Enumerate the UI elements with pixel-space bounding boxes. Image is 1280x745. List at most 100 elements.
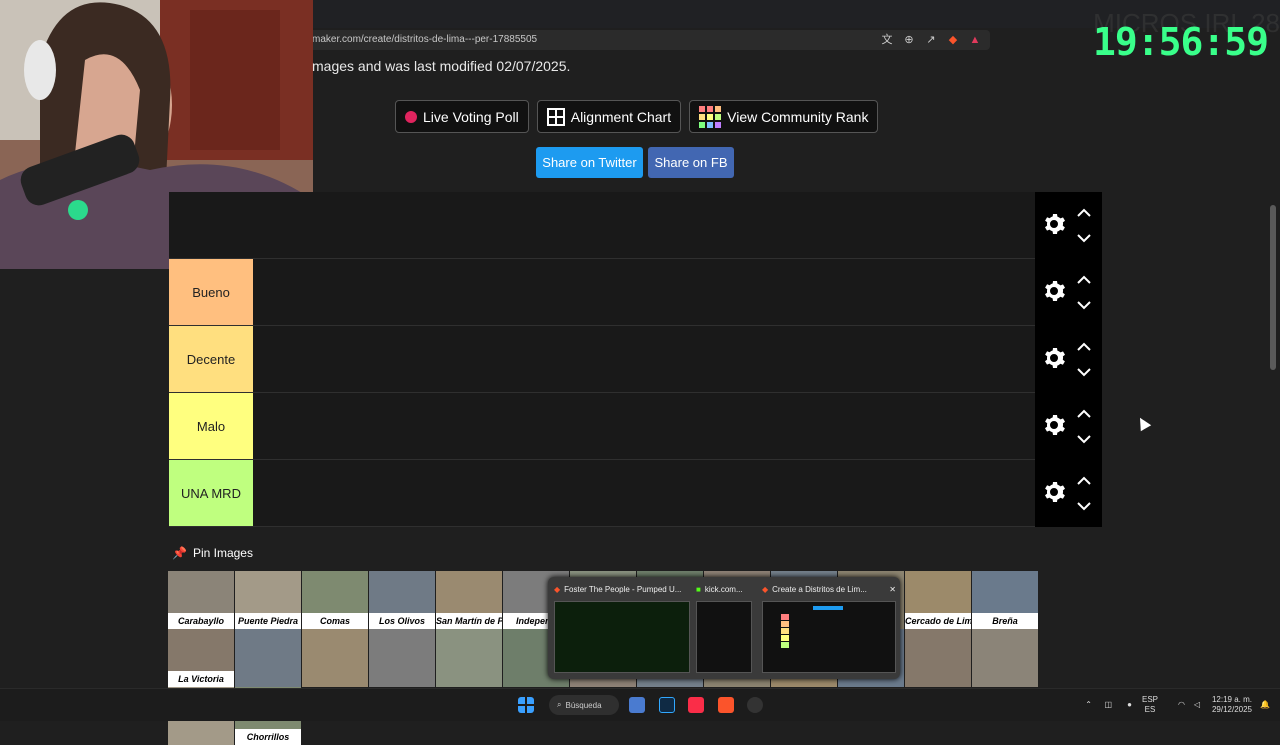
tier-label[interactable]: Decente [169,326,253,392]
tier-controls [1035,460,1102,527]
draggable-image[interactable] [972,629,1038,687]
gear-icon[interactable] [1042,413,1066,437]
chevron-up-icon[interactable] [1077,275,1091,285]
volume-icon[interactable]: ◁ [1194,700,1200,709]
mic-icon[interactable]: ● [1127,700,1132,709]
photoshop-icon[interactable] [659,697,675,713]
alignment-chart-button[interactable]: Alignment Chart [536,100,682,133]
tier-controls [1035,393,1102,460]
draggable-image[interactable]: San Martín de Porres [436,571,502,629]
chevron-up-icon[interactable] [1077,476,1091,486]
draggable-image[interactable] [235,629,301,687]
image-caption: Cercado de Lima [905,613,971,629]
address-bar[interactable]: maker.com/create/distritos-de-lima---per… [300,30,990,50]
language-label[interactable]: ESP [1142,695,1158,704]
share-fb-label: Share on FB [654,155,728,170]
grid-icon [546,107,565,126]
brave-icon: ◆ [554,585,561,594]
url-text[interactable]: maker.com/create/distritos-de-lima---per… [312,34,537,45]
page-scrollbar[interactable] [1264,50,1280,690]
draggable-image[interactable] [369,629,435,687]
preview-thumbnail [762,601,896,673]
share-twitter-button[interactable]: Share on Twitter [536,147,643,178]
share-icon[interactable]: ↗ [924,32,938,48]
draggable-image[interactable]: Carabayllo [168,571,234,629]
chevron-up-icon[interactable]: ⌃ [1085,700,1092,709]
tier-label[interactable]: UNA MRD [169,460,253,526]
chevron-up-icon[interactable] [1077,342,1091,352]
gear-icon[interactable] [1042,480,1066,504]
tier-row: Bueno [169,259,1102,326]
chevron-down-icon[interactable] [1077,233,1091,243]
image-caption: Comas [302,613,368,629]
preview-tab-title: Foster The People - Pumped U... [564,585,682,594]
translate-icon[interactable]: 文 [880,32,894,48]
share-fb-button[interactable]: Share on FB [648,147,734,178]
windows-taskbar: ⌕ Búsqueda ⌃ ◫ ● ESP ES ◠ ◁ 12:19 a. m. … [0,688,1280,721]
kick-icon: ■ [696,585,701,594]
brave-browser-icon[interactable] [718,697,734,713]
chevron-up-icon[interactable] [1077,409,1091,419]
taskbar-search-label: Búsqueda [565,700,602,710]
tier-row: UNA MRD [169,460,1102,527]
brave-rewards-icon[interactable]: ▲ [968,32,982,48]
draggable-image[interactable]: La Victoria [168,629,234,687]
live-voting-poll-label: Live Voting Poll [423,108,519,125]
tier-label[interactable]: Malo [169,393,253,459]
clock-time[interactable]: 12:19 a. m. [1212,695,1252,704]
preview-tab-1[interactable]: ◆ Foster The People - Pumped U... [554,583,690,673]
tier-controls [1035,259,1102,326]
draggable-image[interactable] [436,629,502,687]
network-icon[interactable]: ◫ [1104,700,1112,709]
pin-images-toggle[interactable]: 📌 Pin Images [172,546,253,560]
notification-bell-icon[interactable]: 🔔 [1260,700,1270,709]
tier-list: Bueno Decente Malo UNA MRD [169,192,1102,527]
draggable-image[interactable]: Comas [302,571,368,629]
clock-date[interactable]: 29/12/2025 [1212,705,1252,714]
image-caption: La Victoria [168,671,234,687]
preview-tab-3[interactable]: ◆ Create a Distritos de Lim... ✕ [762,583,896,673]
draggable-image[interactable] [302,629,368,687]
taskbar-search[interactable]: ⌕ Búsqueda [549,695,619,715]
preview-tab-title: kick.com... [704,585,743,594]
brave-shield-icon[interactable]: ◆ [946,32,960,48]
draggable-image[interactable] [905,629,971,687]
draggable-image[interactable]: Los Olivos [369,571,435,629]
preview-tab-2[interactable]: ■ kick.com... [696,583,752,673]
chevron-down-icon[interactable] [1077,367,1091,377]
draggable-image[interactable]: Breña [972,571,1038,629]
gear-icon[interactable] [1042,346,1066,370]
windows-start-icon[interactable] [518,697,534,713]
preview-thumbnail [554,601,690,673]
tier-label[interactable] [169,192,253,258]
image-caption: Puente Piedra [235,613,301,629]
music-icon[interactable] [688,697,704,713]
obs-icon[interactable] [747,697,763,713]
live-voting-poll-button[interactable]: Live Voting Poll [395,100,529,133]
zoom-icon[interactable]: ⊕ [902,32,916,48]
draggable-image[interactable]: Cercado de Lima [905,571,971,629]
chevron-down-icon[interactable] [1077,434,1091,444]
gear-icon[interactable] [1042,279,1066,303]
scrollbar-thumb[interactable] [1270,205,1276,370]
wifi-icon[interactable]: ◠ [1178,700,1185,709]
draggable-image[interactable]: Puente Piedra [235,571,301,629]
view-community-rank-button[interactable]: View Community Rank [689,100,879,133]
record-dot-icon [405,110,417,123]
close-icon[interactable]: ✕ [889,583,896,597]
tier-controls [1035,326,1102,393]
chevron-up-icon[interactable] [1077,208,1091,218]
share-twitter-label: Share on Twitter [542,155,637,170]
tier-label[interactable]: Bueno [169,259,253,325]
pin-images-label: Pin Images [192,546,253,560]
tier-row [169,192,1102,259]
chevron-down-icon[interactable] [1077,501,1091,511]
taskbar-app-icon[interactable] [629,697,645,713]
chevron-down-icon[interactable] [1077,300,1091,310]
tier-row: Decente [169,326,1102,393]
tier-row: Malo [169,393,1102,460]
image-caption: Carabayllo [168,613,234,629]
preview-thumbnail [696,601,752,673]
image-caption: San Martín de Porres [436,613,502,629]
gear-icon[interactable] [1042,212,1066,236]
